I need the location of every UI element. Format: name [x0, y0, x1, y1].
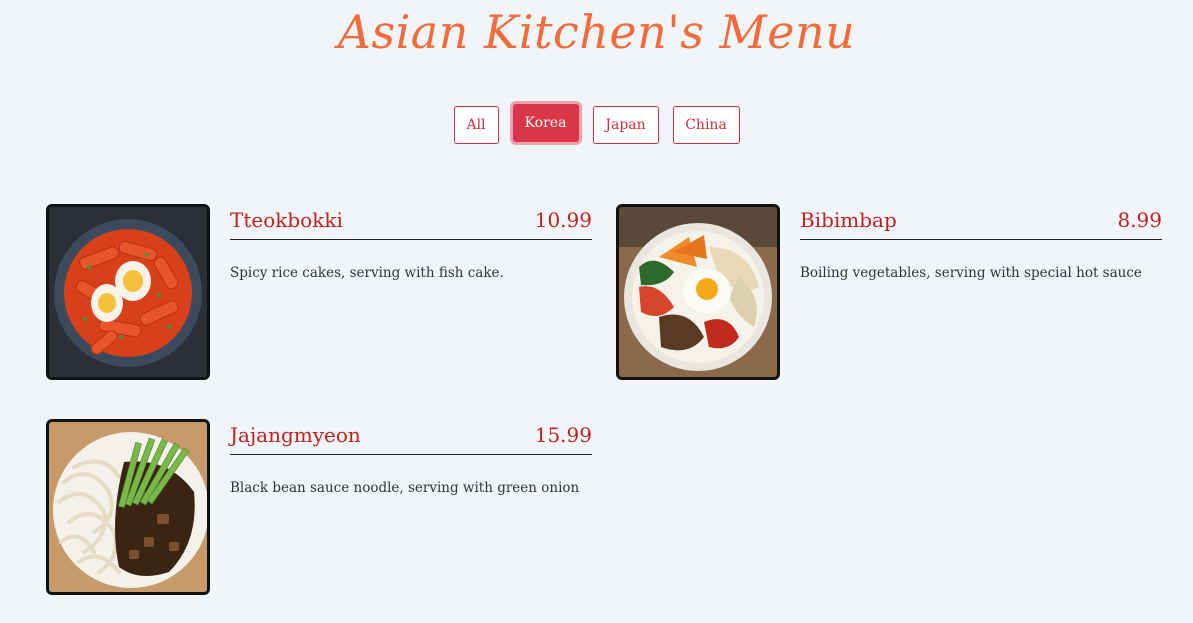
menu-item: Tteokbokki 10.99 Spicy rice cakes, servi…: [46, 204, 592, 380]
menu-item-header: Bibimbap 8.99: [800, 204, 1162, 240]
filter-japan-button[interactable]: Japan: [592, 106, 659, 144]
filter-bar: All Korea Japan China: [0, 104, 1193, 144]
jajangmyeon-image: [46, 419, 210, 595]
menu-item-info: Tteokbokki 10.99 Spicy rice cakes, servi…: [230, 204, 592, 282]
menu-item-info: Jajangmyeon 15.99 Black bean sauce noodl…: [230, 419, 592, 497]
menu-item-header: Jajangmyeon 15.99: [230, 419, 592, 455]
bibimbap-image: [616, 204, 780, 380]
menu-item-name: Jajangmyeon: [230, 423, 361, 447]
filter-all-button[interactable]: All: [453, 106, 499, 144]
menu-item-header: Tteokbokki 10.99: [230, 204, 592, 240]
page-title: Asian Kitchen's Menu: [337, 5, 856, 59]
menu-item-description: Black bean sauce noodle, serving with gr…: [230, 480, 580, 496]
menu-item-price: 15.99: [534, 423, 592, 447]
tteokbokki-illustration: [49, 207, 207, 377]
menu-page: Asian Kitchen's Menu All Korea Japan Chi…: [0, 0, 1193, 623]
menu-item: Jajangmyeon 15.99 Black bean sauce noodl…: [46, 419, 592, 595]
menu-item-name: Tteokbokki: [230, 208, 343, 232]
menu-item: Bibimbap 8.99 Boiling vegetables, servin…: [616, 204, 1162, 380]
menu-item-name: Bibimbap: [800, 208, 897, 232]
menu-item-info: Bibimbap 8.99 Boiling vegetables, servin…: [800, 204, 1162, 282]
jajangmyeon-illustration: [49, 422, 207, 592]
tteokbokki-image: [46, 204, 210, 380]
filter-china-button[interactable]: China: [672, 106, 740, 144]
menu-item-description: Boiling vegetables, serving with special…: [800, 265, 1142, 281]
menu-item-description: Spicy rice cakes, serving with fish cake…: [230, 265, 504, 281]
filter-korea-button[interactable]: Korea: [512, 104, 579, 142]
menu-item-price: 8.99: [1117, 208, 1162, 232]
bibimbap-illustration: [619, 207, 777, 377]
menu-item-price: 10.99: [534, 208, 592, 232]
